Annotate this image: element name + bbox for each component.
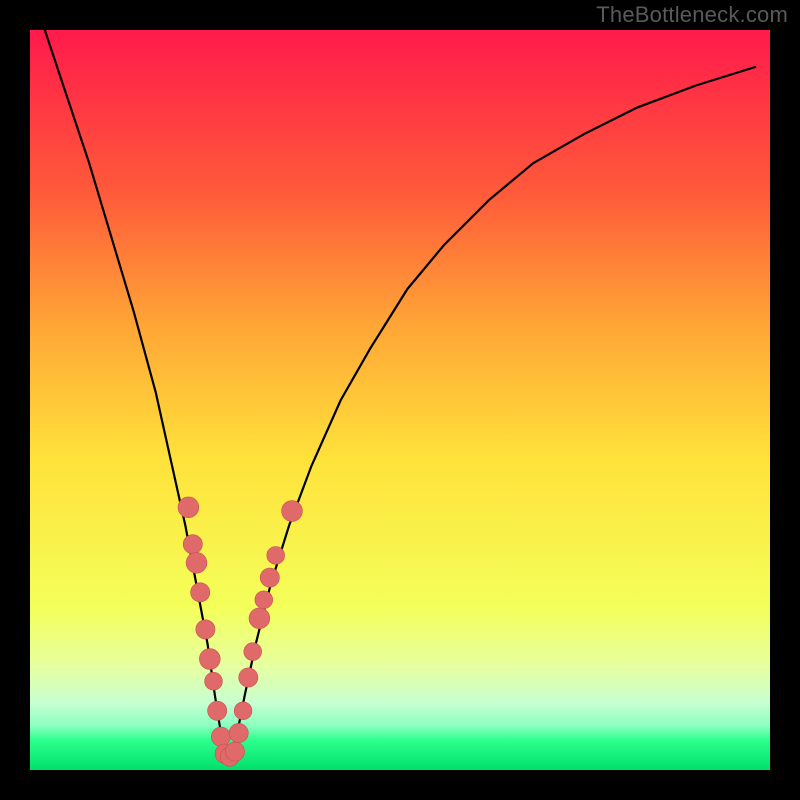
chart-marker [267,547,285,565]
chart-marker [249,608,270,629]
chart-markers [178,497,302,766]
bottleneck-curve [45,30,755,755]
chart-frame: TheBottleneck.com [0,0,800,800]
curve-layer [30,30,770,770]
chart-marker [225,742,244,761]
chart-marker [186,552,207,573]
chart-marker [234,702,252,720]
watermark-text: TheBottleneck.com [596,2,788,28]
chart-marker [183,535,202,554]
chart-marker [255,591,273,609]
chart-marker [178,497,199,518]
chart-marker [260,568,279,587]
chart-marker [196,620,215,639]
plot-area [30,30,770,770]
chart-marker [229,723,248,742]
chart-marker [208,701,227,720]
chart-marker [239,668,258,687]
chart-marker [282,501,303,522]
chart-marker [199,649,220,670]
chart-marker [211,727,230,746]
chart-marker [205,672,223,690]
chart-marker [191,583,210,602]
chart-marker [244,643,262,661]
